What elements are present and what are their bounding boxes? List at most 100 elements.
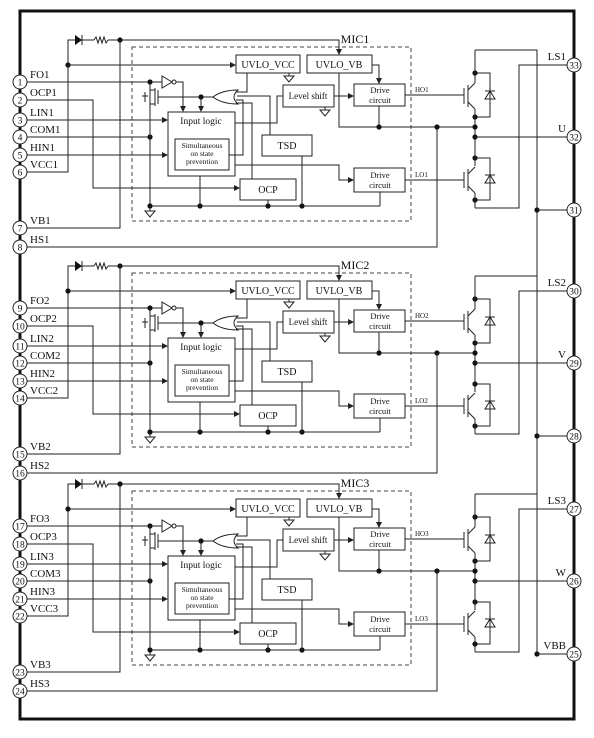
pin-label: VB3 — [30, 659, 51, 671]
inverter-bubble — [171, 79, 177, 85]
inverter-icon — [161, 301, 173, 315]
drive-label: circuit — [369, 321, 391, 331]
junction-dot — [472, 124, 478, 130]
lo-label: LO1 — [415, 171, 428, 179]
pin-number: 2 — [18, 97, 23, 107]
mic-label: MIC2 — [341, 258, 370, 272]
wire — [237, 539, 271, 579]
pin-label: HIN1 — [30, 142, 55, 154]
wire — [475, 49, 538, 276]
inverter-icon — [161, 75, 173, 89]
junction-dot — [147, 203, 153, 209]
drive-label: circuit — [369, 95, 391, 105]
wire — [236, 546, 253, 623]
mic-block-2: MIC2UVLO_VCC UVLO_VBOCPInput logicSimulta… — [12, 258, 582, 502]
pin-number: 28 — [569, 433, 579, 443]
pin-number: 32 — [569, 134, 579, 144]
wire — [235, 164, 354, 183]
wire — [475, 275, 538, 502]
resistor-icon — [93, 35, 109, 45]
pin-number: 6 — [18, 169, 23, 179]
ocp-label: OCP — [258, 411, 278, 422]
junction-dot — [147, 647, 153, 653]
ground-icon — [143, 652, 157, 662]
pin-label: HIN2 — [30, 368, 55, 380]
drive-label: Drive — [370, 170, 390, 180]
pin-label: FO2 — [30, 295, 50, 307]
pin-label: LIN2 — [30, 333, 54, 345]
lo-label: LO3 — [415, 615, 428, 623]
pin-label: LS1 — [548, 51, 566, 63]
lo-label: LO2 — [415, 397, 428, 405]
ground-icon — [282, 517, 296, 527]
wire — [236, 517, 248, 537]
pin-number: 27 — [569, 506, 579, 516]
drive-label: Drive — [370, 529, 390, 539]
pin-number: 4 — [18, 134, 23, 144]
pin-label: OCP2 — [30, 313, 57, 325]
pin-number: 22 — [15, 613, 25, 623]
pin-number: 8 — [18, 244, 23, 254]
input-logic-label: Input logic — [180, 343, 221, 353]
drive-label: Drive — [370, 614, 390, 624]
ocp-label: OCP — [258, 185, 278, 196]
pin-number: 9 — [18, 305, 23, 315]
pin-label: VCC3 — [30, 603, 59, 615]
wire — [372, 508, 382, 528]
low-side-igbt-icon — [463, 392, 476, 420]
uvlo-vcc-label: UVLO_VCC — [241, 504, 295, 515]
pin-label: W — [556, 567, 567, 579]
input-logic-label: Input logic — [180, 561, 221, 571]
high-side-igbt-icon — [463, 308, 476, 336]
drive-label: Drive — [370, 396, 390, 406]
wire — [236, 299, 248, 319]
pin-number: 5 — [18, 152, 23, 162]
pin-number: 14 — [15, 395, 25, 405]
ground-icon — [143, 434, 157, 444]
block-diagram: MIC1UVLO_VCC UVLO_VBOCPInput logicSimulta… — [12, 9, 582, 721]
ocp-label: OCP — [258, 629, 278, 640]
drive-label: circuit — [369, 539, 391, 549]
resistor-icon — [93, 479, 109, 489]
pin-label: LIN1 — [30, 107, 54, 119]
bootstrap-diode-icon — [75, 261, 82, 271]
or-gate-icon — [212, 89, 240, 105]
bootstrap-diode-icon — [75, 35, 82, 45]
pin-number: 33 — [569, 62, 579, 72]
junction-dot — [472, 350, 478, 356]
ground-icon — [143, 208, 157, 218]
pin-31: 31 — [566, 202, 582, 218]
uvlo-vb-label: UVLO_VB — [316, 286, 363, 297]
wire — [372, 290, 382, 310]
or-gate-icon — [212, 315, 240, 331]
pin-number: 25 — [569, 651, 579, 661]
wire — [236, 73, 248, 93]
pin-label: VBB — [543, 640, 566, 652]
simultaneous-prevention-label: prevention — [186, 157, 218, 166]
pin-label: VCC1 — [30, 159, 58, 171]
junction-dot — [472, 568, 478, 574]
ho-label: HO2 — [415, 312, 429, 320]
ground-icon — [318, 551, 332, 561]
pin-number: 7 — [18, 225, 23, 235]
pin-label: HS2 — [30, 460, 50, 472]
bootstrap-diode-icon — [75, 479, 82, 489]
pin-label: OCP3 — [30, 531, 57, 543]
wire — [235, 390, 354, 409]
ground-icon — [318, 107, 332, 117]
pin-label: HS3 — [30, 678, 50, 690]
pin-27: 27LS3 — [548, 495, 582, 517]
junction-dot — [147, 429, 153, 435]
low-side-igbt-icon — [463, 610, 476, 638]
wire — [235, 608, 354, 627]
uvlo-vcc-label: UVLO_VCC — [241, 286, 295, 297]
drive-label: Drive — [370, 85, 390, 95]
pin-label: V — [558, 349, 566, 361]
pin-number: 23 — [15, 669, 25, 679]
pin-8: 8 HS1 — [12, 234, 50, 255]
wire — [236, 102, 253, 179]
pin-number: 10 — [15, 323, 25, 333]
wire — [236, 328, 253, 405]
pin-26: 26W — [556, 567, 582, 589]
pin-number: 30 — [569, 288, 579, 298]
